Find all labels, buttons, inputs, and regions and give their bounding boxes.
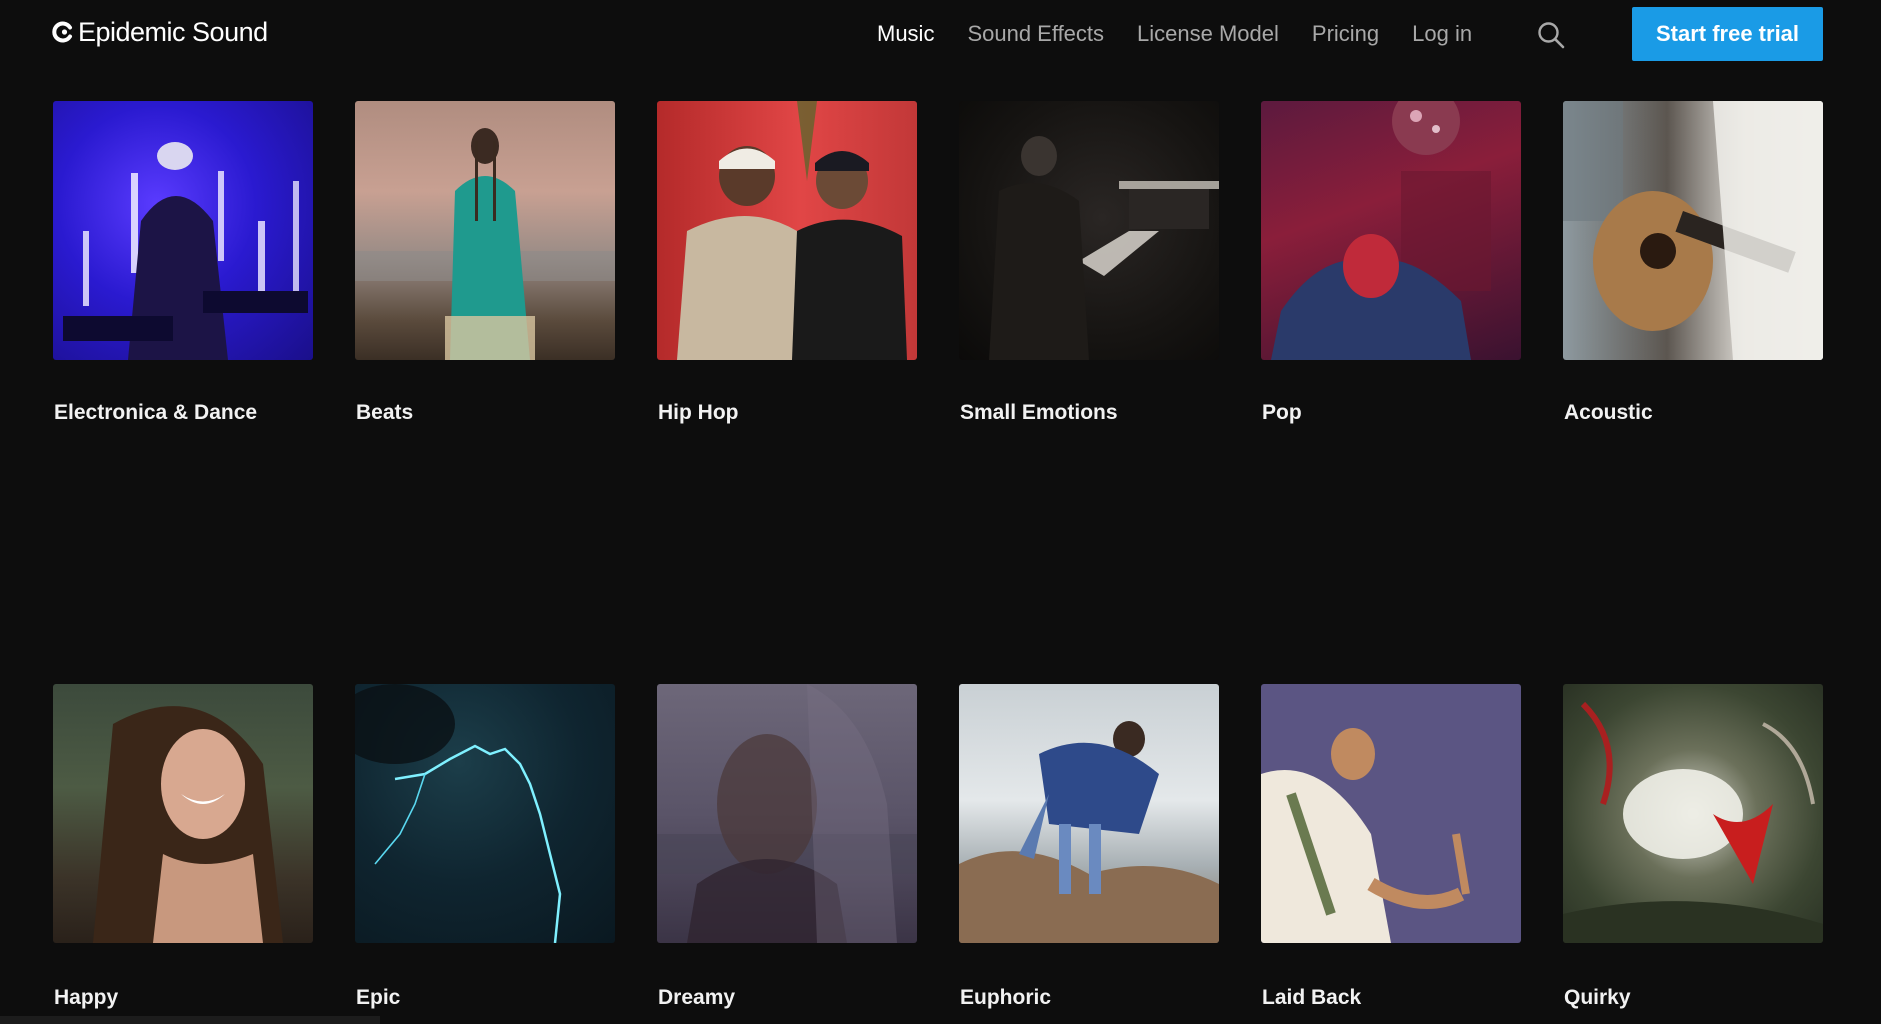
page: Epidemic Sound Music Sound Effects Licen… — [0, 0, 1881, 1024]
genre-card-beats[interactable]: Beats — [355, 101, 615, 424]
genre-card-electronica-dance[interactable]: Electronica & Dance — [53, 101, 313, 424]
genre-thumbnail — [1563, 101, 1823, 360]
genre-card-title: Euphoric — [960, 986, 1052, 1009]
brand-logo[interactable]: Epidemic Sound — [52, 14, 268, 50]
genre-thumbnail — [1563, 684, 1823, 943]
browser-status-bar — [0, 1016, 380, 1024]
genre-card-title: Beats — [356, 401, 414, 424]
nav-pricing[interactable]: Pricing — [1312, 21, 1379, 47]
genre-thumbnail — [355, 101, 615, 360]
nav-music[interactable]: Music — [877, 21, 934, 47]
genre-card-title: Dreamy — [658, 986, 736, 1009]
nav-log-in[interactable]: Log in — [1412, 21, 1472, 47]
genre-thumbnail — [355, 684, 615, 943]
genre-card-title: Pop — [1262, 401, 1302, 424]
genre-card-euphoric[interactable]: Euphoric — [959, 684, 1219, 1009]
nav-sound-effects[interactable]: Sound Effects — [967, 21, 1104, 47]
search-button[interactable] — [1536, 20, 1566, 50]
genre-thumbnail — [53, 101, 313, 360]
genre-card-happy[interactable]: Happy — [53, 684, 313, 1009]
genre-card-laid-back[interactable]: Laid Back — [1261, 684, 1521, 1009]
genre-card-title: Acoustic — [1564, 401, 1653, 424]
genre-card-pop[interactable]: Pop — [1261, 101, 1521, 424]
genre-card-dreamy[interactable]: Dreamy — [657, 684, 917, 1009]
genre-card-epic[interactable]: Epic — [355, 684, 615, 1009]
genre-thumbnail — [1261, 101, 1521, 360]
genre-card-title: Epic — [356, 986, 401, 1009]
epidemic-sound-logo-icon — [52, 21, 72, 43]
genre-card-title: Quirky — [1564, 986, 1631, 1009]
genre-thumbnail — [53, 684, 313, 943]
genre-card-title: Happy — [54, 986, 119, 1009]
genre-card-title: Hip Hop — [658, 401, 739, 424]
genre-thumbnail — [959, 101, 1219, 360]
genre-card-quirky[interactable]: Quirky — [1563, 684, 1823, 1009]
main-nav: Music Sound Effects License Model Pricin… — [877, 18, 1505, 50]
genre-card-acoustic[interactable]: Acoustic — [1563, 101, 1823, 424]
genre-card-small-emotions[interactable]: Small Emotions — [959, 101, 1219, 424]
genre-thumbnail — [657, 684, 917, 943]
genre-thumbnail — [959, 684, 1219, 943]
genre-card-title: Laid Back — [1262, 986, 1362, 1009]
brand-name: Epidemic Sound — [78, 16, 268, 47]
genre-thumbnail — [1261, 684, 1521, 943]
genre-thumbnail — [657, 101, 917, 360]
start-free-trial-button[interactable]: Start free trial — [1632, 7, 1823, 61]
search-icon — [1538, 22, 1565, 49]
genre-card-hip-hop[interactable]: Hip Hop — [657, 101, 917, 424]
site-header: Epidemic Sound Music Sound Effects Licen… — [0, 0, 1881, 70]
genre-card-title: Electronica & Dance — [54, 401, 258, 424]
genre-card-title: Small Emotions — [960, 401, 1118, 424]
nav-license-model[interactable]: License Model — [1137, 21, 1279, 47]
